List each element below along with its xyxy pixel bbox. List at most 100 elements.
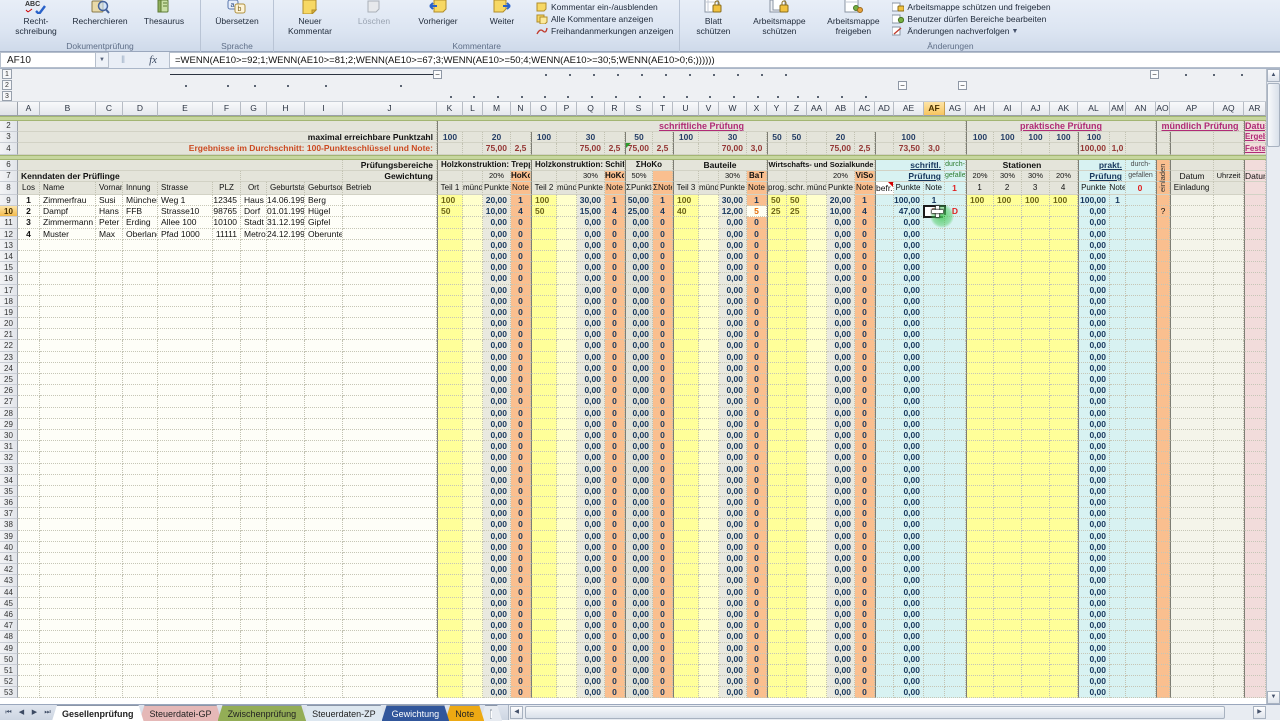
cell-S44[interactable]: 0,00 (625, 587, 653, 598)
cell-Z15[interactable] (787, 262, 807, 273)
cell-AI4[interactable] (994, 143, 1022, 155)
cell-P18[interactable] (557, 296, 577, 307)
cell-S52[interactable]: 0,00 (625, 676, 653, 687)
cell-R3[interactable] (605, 132, 625, 143)
cell-AL35[interactable]: 0,00 (1078, 486, 1110, 497)
cell-AO53[interactable] (1156, 687, 1170, 698)
cell-AL25[interactable]: 0,00 (1078, 374, 1110, 385)
cell-I45[interactable] (305, 598, 343, 609)
cell-Y52[interactable] (767, 676, 787, 687)
cell-S48[interactable]: 0,00 (625, 631, 653, 642)
cell-AN32[interactable] (1126, 452, 1156, 463)
cell-AN27[interactable] (1126, 396, 1156, 407)
cell-AN24[interactable] (1126, 363, 1156, 374)
cell-K20[interactable] (437, 318, 463, 329)
cell-D13[interactable] (123, 240, 158, 251)
cell-N9[interactable]: 1 (511, 195, 531, 206)
cell-I9[interactable]: Berg (305, 195, 343, 206)
cell-AB53[interactable]: 0,00 (827, 687, 855, 698)
cell-K41[interactable] (437, 553, 463, 564)
cell-R46[interactable]: 0 (605, 609, 625, 620)
cell-G28[interactable] (241, 408, 267, 419)
cell-AK48[interactable] (1050, 631, 1078, 642)
cell-N13[interactable]: 0 (511, 240, 531, 251)
cell-B37[interactable] (40, 508, 96, 519)
cell-A48[interactable] (18, 631, 40, 642)
cell-AH51[interactable] (966, 665, 994, 676)
cell-AN16[interactable] (1126, 273, 1156, 284)
cell-C47[interactable] (96, 620, 123, 631)
cell-AJ30[interactable] (1022, 430, 1050, 441)
cell-AQ48[interactable] (1214, 631, 1244, 642)
cell-V51[interactable] (699, 665, 719, 676)
cell-AH14[interactable] (966, 251, 994, 262)
cell-U4[interactable] (673, 143, 699, 155)
cell-S20[interactable]: 0,00 (625, 318, 653, 329)
cell-AM44[interactable] (1110, 587, 1126, 598)
column-header-I[interactable]: I (305, 102, 343, 116)
cell-AC27[interactable]: 0 (855, 396, 875, 407)
previous-comment-button[interactable]: Vorheriger (406, 0, 470, 26)
cell-AC41[interactable]: 0 (855, 553, 875, 564)
cell-M25[interactable]: 0,00 (483, 374, 511, 385)
cell-AG35[interactable] (945, 486, 966, 497)
cell-AE28[interactable]: 0,00 (894, 408, 924, 419)
cell-AO47[interactable] (1156, 620, 1170, 631)
cell-A35[interactable] (18, 486, 40, 497)
cell-D25[interactable] (123, 374, 158, 385)
cell-AD42[interactable] (875, 564, 894, 575)
cell-F42[interactable] (213, 564, 241, 575)
cell-F37[interactable] (213, 508, 241, 519)
cell-K32[interactable] (437, 452, 463, 463)
cell-O48[interactable] (531, 631, 557, 642)
cell-T14[interactable]: 0 (653, 251, 673, 262)
cell-T21[interactable]: 0 (653, 329, 673, 340)
row-header-52[interactable]: 52 (0, 676, 18, 687)
cell-X50[interactable]: 0 (747, 654, 767, 665)
cell-AO38[interactable] (1156, 519, 1170, 530)
cell-G8[interactable]: Ort (241, 182, 267, 195)
cell-AL13[interactable]: 0,00 (1078, 240, 1110, 251)
cell-F21[interactable] (213, 329, 241, 340)
cell-L25[interactable] (463, 374, 483, 385)
cell-AI15[interactable] (994, 262, 1022, 273)
cell-C22[interactable] (96, 340, 123, 351)
cell-P27[interactable] (557, 396, 577, 407)
cell-I48[interactable] (305, 631, 343, 642)
cell-N20[interactable]: 0 (511, 318, 531, 329)
cell-N43[interactable]: 0 (511, 575, 531, 586)
cell-AG33[interactable] (945, 464, 966, 475)
cell-AK24[interactable] (1050, 363, 1078, 374)
cell-Q22[interactable]: 0,00 (577, 340, 605, 351)
cell-AH34[interactable] (966, 475, 994, 486)
cell-AB3[interactable]: 20 (827, 132, 855, 143)
cell-H37[interactable] (267, 508, 305, 519)
cell-B10[interactable]: Dampf (40, 206, 96, 217)
cell-M39[interactable]: 0,00 (483, 531, 511, 542)
cell-P4[interactable] (557, 143, 577, 155)
cell-AC21[interactable]: 0 (855, 329, 875, 340)
cell-AK47[interactable] (1050, 620, 1078, 631)
cell-R40[interactable]: 0 (605, 542, 625, 553)
cell-E48[interactable] (158, 631, 213, 642)
cell-AE8[interactable]: Punkte (894, 182, 924, 195)
cell-AN53[interactable] (1126, 687, 1156, 698)
cell-O3[interactable]: 100 (531, 132, 557, 143)
cell-AH27[interactable] (966, 396, 994, 407)
cell-H43[interactable] (267, 575, 305, 586)
cell-S49[interactable]: 0,00 (625, 643, 653, 654)
cell-V15[interactable] (699, 262, 719, 273)
cell-P53[interactable] (557, 687, 577, 698)
cell-T28[interactable]: 0 (653, 408, 673, 419)
cell-Z32[interactable] (787, 452, 807, 463)
cell-AJ28[interactable] (1022, 408, 1050, 419)
cell-AN25[interactable] (1126, 374, 1156, 385)
cell-AQ17[interactable] (1214, 285, 1244, 296)
cell-A36[interactable] (18, 497, 40, 508)
cell-X20[interactable]: 0 (747, 318, 767, 329)
cell-AB36[interactable]: 0,00 (827, 497, 855, 508)
cell-AR3[interactable]: Ergebn (1244, 132, 1266, 143)
cell-D14[interactable] (123, 251, 158, 262)
cell-AR6[interactable] (1244, 160, 1266, 171)
column-header-A[interactable]: A (18, 102, 40, 116)
